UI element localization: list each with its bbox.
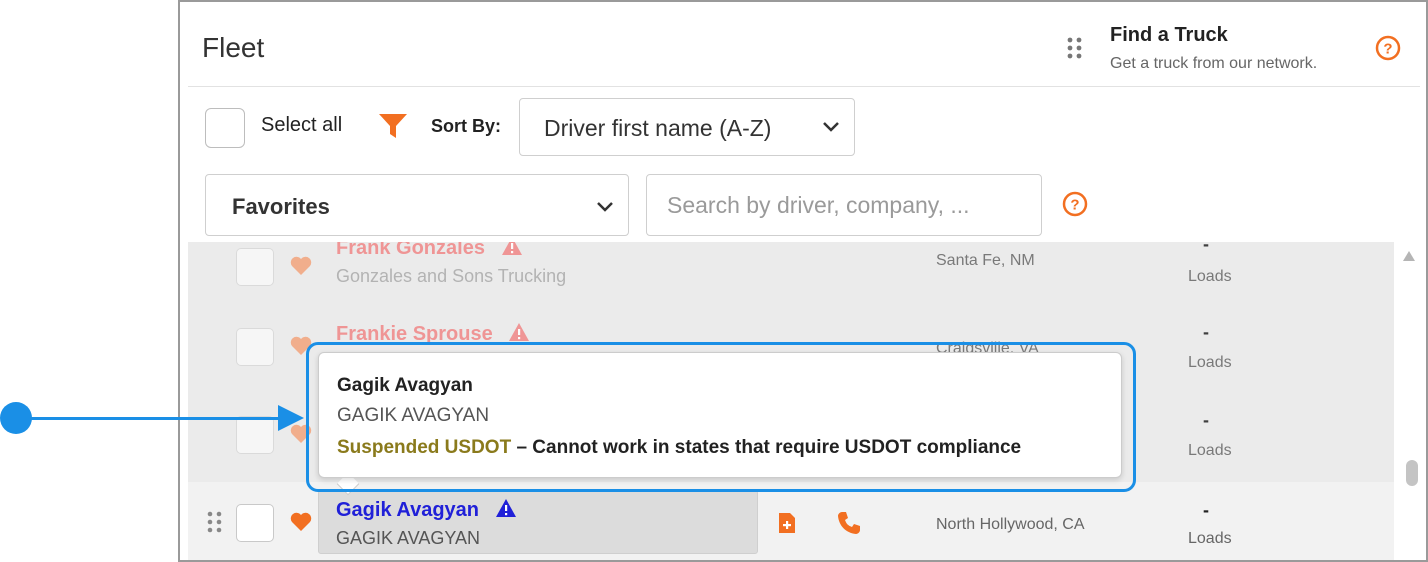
loads-label: Loads xyxy=(1188,530,1232,547)
svg-text:?: ? xyxy=(1383,41,1392,58)
document-icon[interactable] xyxy=(778,512,796,534)
row-checkbox[interactable] xyxy=(236,328,274,366)
warning-icon xyxy=(495,499,516,517)
sort-by-label: Sort By: xyxy=(431,116,502,136)
panel-header: Fleet Find a Truck Get a truck from our … xyxy=(180,2,1426,86)
warning-icon xyxy=(501,242,522,255)
find-truck-link[interactable]: Find a Truck xyxy=(1110,24,1228,47)
loads-label: Loads xyxy=(1188,354,1232,371)
row-checkbox[interactable] xyxy=(236,504,274,542)
heart-icon[interactable] xyxy=(290,512,312,532)
favorites-select-value: Favorites xyxy=(232,194,330,219)
driver-location: North Hollywood, CA xyxy=(936,516,1085,533)
driver-name[interactable]: Frank Gonzales xyxy=(336,242,523,260)
help-icon[interactable]: ? xyxy=(1062,191,1088,217)
row-checkbox[interactable] xyxy=(236,416,274,454)
pointer-arrowhead xyxy=(278,405,304,431)
grip-icon[interactable] xyxy=(206,510,224,534)
find-truck-subtitle: Get a truck from our network. xyxy=(1110,55,1318,72)
table-row[interactable]: Frank Gonzales Gonzales and Sons Truckin… xyxy=(188,242,1394,312)
svg-text:?: ? xyxy=(1070,197,1079,214)
warning-icon xyxy=(509,323,530,341)
loads-label: Loads xyxy=(1188,442,1232,459)
driver-name[interactable]: Gagik Avagyan xyxy=(336,498,517,522)
loads-count: - xyxy=(1203,410,1209,430)
help-icon[interactable]: ? xyxy=(1375,35,1401,61)
loads-count: - xyxy=(1203,500,1209,520)
scroll-up-icon[interactable] xyxy=(1402,250,1416,262)
loads-count: - xyxy=(1203,322,1209,342)
page-title: Fleet xyxy=(202,32,265,63)
select-all-checkbox[interactable] xyxy=(205,108,245,148)
loads-count: - xyxy=(1203,242,1209,254)
sort-select-value: Driver first name (A-Z) xyxy=(544,115,772,141)
pointer-line xyxy=(28,417,280,420)
favorites-filter-select[interactable]: Favorites xyxy=(205,174,629,236)
chevron-down-icon xyxy=(823,122,839,132)
scrollbar-thumb[interactable] xyxy=(1406,460,1418,486)
select-all-label: Select all xyxy=(261,114,343,136)
sort-select[interactable]: Driver first name (A-Z) xyxy=(519,98,855,156)
phone-icon[interactable] xyxy=(836,510,862,536)
grip-icon[interactable] xyxy=(1065,36,1085,60)
heart-icon[interactable] xyxy=(290,256,312,276)
toolbar: Select all Sort By: Driver first name (A… xyxy=(188,86,1420,242)
loads-label: Loads xyxy=(1188,268,1232,285)
driver-location: Santa Fe, NM xyxy=(936,252,1035,269)
filter-icon[interactable] xyxy=(378,112,408,140)
row-checkbox[interactable] xyxy=(236,248,274,286)
highlight-callout xyxy=(306,342,1136,492)
chevron-down-icon xyxy=(597,202,613,212)
search-input[interactable] xyxy=(646,174,1042,236)
driver-company: GAGIK AVAGYAN xyxy=(336,528,481,548)
driver-company: Gonzales and Sons Trucking xyxy=(336,266,567,286)
table-row[interactable]: Gagik Avagyan GAGIK AVAGYAN North Hollyw… xyxy=(188,482,1394,560)
